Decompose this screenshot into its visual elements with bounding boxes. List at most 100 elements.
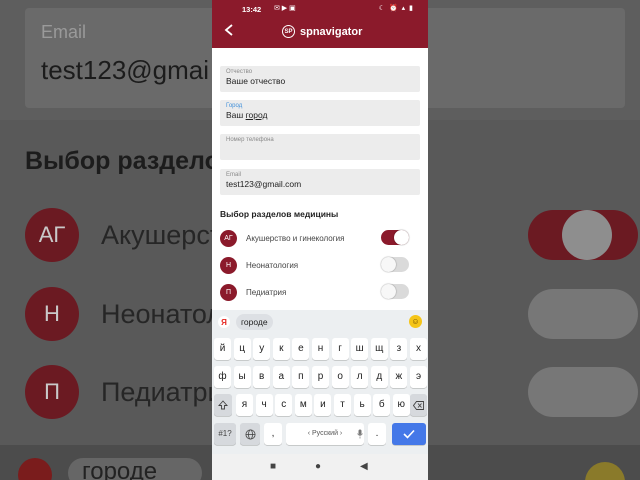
bg-badge: П: [25, 365, 79, 419]
bg-row-ag: АГ Акушерств: [25, 205, 237, 265]
yandex-logo-icon[interactable]: Я: [218, 316, 230, 328]
specialty-badge: П: [220, 283, 237, 301]
bg-toggle-knob: [562, 210, 612, 260]
bg-badge: Н: [25, 287, 79, 341]
city-label: Город: [226, 103, 243, 109]
patronymic-field[interactable]: Отчество Ваше отчество: [220, 66, 420, 92]
patronymic-label: Отчество: [226, 69, 253, 75]
city-value-composing: город: [245, 110, 268, 120]
key[interactable]: т: [334, 394, 351, 416]
specialty-badge: АГ: [220, 229, 237, 247]
backspace-icon[interactable]: [410, 394, 427, 416]
key[interactable]: д: [370, 366, 388, 388]
key[interactable]: ф: [214, 366, 231, 388]
bg-email-label: Email: [41, 22, 87, 42]
microphone-icon[interactable]: [355, 423, 364, 445]
phone-field[interactable]: Номер телефона: [220, 134, 420, 160]
key[interactable]: ц: [233, 338, 251, 360]
space-bar[interactable]: ‹ Русский ›: [286, 423, 364, 445]
key-row-4: #1? , ‹ Русский › .: [212, 423, 428, 445]
specialty-name: Неонатология: [246, 260, 299, 270]
suggestion-chip[interactable]: городе: [236, 314, 273, 330]
toggle-knob: [381, 284, 396, 299]
specialty-toggle-n[interactable]: [381, 257, 409, 272]
key[interactable]: л: [351, 366, 369, 388]
app-brand: SP spnavigator: [282, 25, 362, 38]
city-field[interactable]: Город Ваш город: [220, 100, 420, 126]
shift-icon[interactable]: [214, 394, 232, 416]
email-value: test123@gmail.com: [226, 179, 302, 189]
key[interactable]: б: [373, 394, 391, 416]
key[interactable]: й: [214, 338, 231, 360]
suggestion-bar: Я городе ☺: [212, 310, 428, 334]
system-icons: ☾ ⏰ ▴ ▮: [378, 5, 414, 12]
specialty-toggle-p[interactable]: [381, 284, 409, 299]
checkmark-icon[interactable]: [392, 423, 426, 445]
key-row-1: й ц у к е н г ш щ з х: [212, 338, 428, 360]
phone-label: Номер телефона: [226, 137, 274, 143]
key[interactable]: с: [275, 394, 293, 416]
key[interactable]: а: [272, 366, 290, 388]
city-value-prefix: Ваш: [226, 110, 246, 120]
key[interactable]: е: [292, 338, 310, 360]
key[interactable]: к: [272, 338, 290, 360]
brand-logo-icon: SP: [282, 25, 295, 38]
key[interactable]: ь: [353, 394, 371, 416]
specialty-name: Педиатрия: [246, 287, 287, 297]
bg-toggle: [528, 289, 638, 339]
bg-row-n: Н Неонатол: [25, 284, 222, 344]
key[interactable]: я: [236, 394, 253, 416]
key[interactable]: п: [292, 366, 310, 388]
specialty-toggle-ag[interactable]: [381, 230, 409, 245]
comma-key[interactable]: ,: [264, 423, 282, 445]
key[interactable]: и: [314, 394, 332, 416]
key[interactable]: э: [410, 366, 427, 388]
key[interactable]: з: [390, 338, 408, 360]
key-row-2: ф ы в а п р о л д ж э: [212, 366, 428, 388]
section-title: Выбор разделов медицины: [220, 209, 339, 219]
key[interactable]: ы: [233, 366, 251, 388]
phone-screen: 13:42 ✉ ▶ ▣ ☾ ⏰ ▴ ▮ SP spnavigator Отчес…: [212, 0, 428, 480]
key[interactable]: о: [331, 366, 349, 388]
key[interactable]: н: [312, 338, 329, 360]
key[interactable]: ю: [392, 394, 410, 416]
keyboard: Я городе ☺ й ц у к е н г ш щ з х ф ы в а…: [212, 310, 428, 454]
home-icon[interactable]: ●: [315, 461, 321, 473]
email-label: Email: [226, 172, 242, 178]
profile-form: Отчество Ваше отчество Город Ваш город Н…: [212, 48, 428, 310]
bg-email-value: test123@gmai: [41, 55, 210, 85]
specialty-name: Акушерство и гинекология: [246, 233, 345, 243]
arrow-left-icon[interactable]: [224, 24, 234, 40]
key[interactable]: р: [312, 366, 329, 388]
brand-name: spnavigator: [300, 25, 363, 38]
back-icon[interactable]: ◀: [360, 461, 368, 473]
key[interactable]: ч: [255, 394, 273, 416]
recents-icon[interactable]: ■: [270, 461, 276, 473]
key[interactable]: в: [253, 366, 271, 388]
symbols-key[interactable]: #1?: [214, 423, 236, 445]
status-time: 13:42: [242, 5, 262, 14]
email-field[interactable]: Email test123@gmail.com: [220, 169, 420, 195]
globe-icon[interactable]: [240, 423, 260, 445]
notification-icons: ✉ ▶ ▣: [274, 5, 296, 12]
bg-badge: АГ: [25, 208, 79, 262]
bg-section-title: Выбор разделов: [25, 147, 236, 175]
key-row-3: я ч с м и т ь б ю: [212, 394, 428, 416]
city-value: Ваш город: [226, 110, 414, 121]
period-key[interactable]: .: [368, 423, 386, 445]
smiley-icon[interactable]: ☺: [409, 315, 422, 328]
status-bar: 13:42 ✉ ▶ ▣ ☾ ⏰ ▴ ▮: [212, 4, 428, 18]
toggle-knob: [381, 257, 396, 272]
key[interactable]: х: [410, 338, 427, 360]
key[interactable]: г: [331, 338, 349, 360]
key[interactable]: ж: [390, 366, 408, 388]
key[interactable]: м: [294, 394, 312, 416]
key[interactable]: щ: [370, 338, 388, 360]
bg-row-text: Неонатол: [101, 298, 223, 329]
bg-row-text: Педиатри: [101, 376, 223, 407]
app-bar: 13:42 ✉ ▶ ▣ ☾ ⏰ ▴ ▮ SP spnavigator: [212, 0, 428, 48]
bg-toggle: [528, 367, 638, 417]
system-nav-bar: ■ ● ◀: [212, 454, 428, 480]
key[interactable]: у: [253, 338, 271, 360]
key[interactable]: ш: [351, 338, 369, 360]
